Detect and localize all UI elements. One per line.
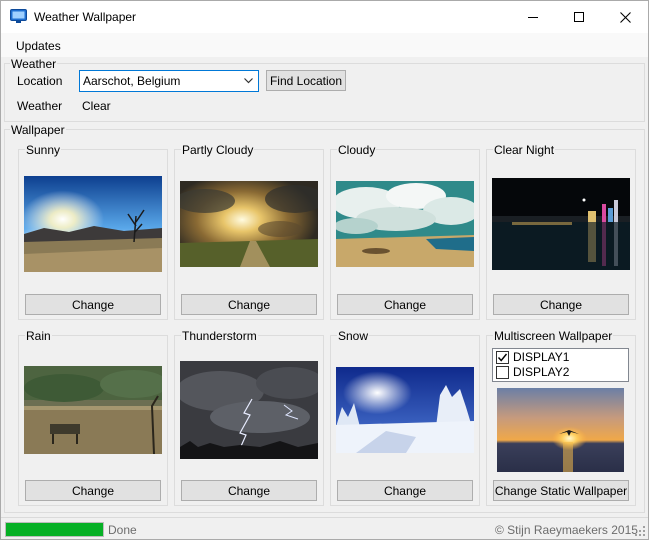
maximize-icon bbox=[574, 12, 584, 22]
panel-title-partly-cloudy: Partly Cloudy bbox=[181, 143, 255, 157]
location-value: Aarschot, Belgium bbox=[83, 74, 181, 88]
minimize-icon bbox=[528, 17, 538, 18]
display1-label[interactable]: DISPLAY1 bbox=[513, 350, 569, 364]
change-clear-night-button[interactable]: Change bbox=[493, 294, 629, 315]
maximize-button[interactable] bbox=[556, 1, 602, 33]
checkmark-icon bbox=[497, 353, 508, 362]
static-wallpaper-image bbox=[497, 388, 624, 472]
weather-label: Weather bbox=[17, 99, 63, 113]
change-thunderstorm-button[interactable]: Change bbox=[181, 480, 317, 501]
change-snow-button[interactable]: Change bbox=[337, 480, 473, 501]
snow-wallpaper-image bbox=[336, 367, 474, 453]
display1-checkbox[interactable] bbox=[496, 351, 509, 364]
weather-group-label: Weather bbox=[10, 57, 58, 71]
wallpaper-group-label: Wallpaper bbox=[10, 123, 66, 137]
status-text: Done bbox=[108, 523, 137, 537]
progress-fill bbox=[6, 523, 103, 536]
minimize-button[interactable] bbox=[510, 1, 556, 33]
location-combobox[interactable]: Aarschot, Belgium bbox=[79, 70, 259, 92]
panel-title-rain: Rain bbox=[25, 329, 52, 343]
change-partly-cloudy-button[interactable]: Change bbox=[181, 294, 317, 315]
display2-checkbox[interactable] bbox=[496, 366, 509, 379]
change-sunny-button[interactable]: Change bbox=[25, 294, 161, 315]
menu-updates[interactable]: Updates bbox=[10, 37, 67, 55]
main-window: Weather Wallpaper Updates Weather Locati… bbox=[0, 0, 649, 540]
panel-title-sunny: Sunny bbox=[25, 143, 62, 157]
menu-bar: Updates bbox=[1, 33, 648, 57]
progress-bar bbox=[5, 522, 104, 537]
resize-grip-icon[interactable] bbox=[635, 526, 646, 537]
window-title: Weather Wallpaper bbox=[34, 10, 137, 24]
change-cloudy-button[interactable]: Change bbox=[337, 294, 473, 315]
panel-title-multiscreen: Multiscreen Wallpaper bbox=[493, 329, 614, 343]
panel-title-cloudy: Cloudy bbox=[337, 143, 377, 157]
rain-wallpaper-image bbox=[24, 366, 162, 454]
panel-title-thunderstorm: Thunderstorm bbox=[181, 329, 258, 343]
panel-title-clear-night: Clear Night bbox=[493, 143, 556, 157]
copyright-text: © Stijn Raeymaekers 2015 bbox=[495, 523, 638, 537]
display-checklist: DISPLAY1 DISPLAY2 bbox=[492, 348, 629, 382]
title-bar[interactable]: Weather Wallpaper bbox=[1, 1, 648, 33]
chevron-down-icon[interactable] bbox=[244, 77, 253, 85]
app-monitor-icon bbox=[10, 9, 27, 24]
cloudy-wallpaper-image bbox=[336, 181, 474, 267]
thunderstorm-wallpaper-image bbox=[180, 361, 318, 459]
sunny-wallpaper-image bbox=[24, 176, 162, 272]
clear-night-wallpaper-image bbox=[492, 178, 630, 270]
find-location-button[interactable]: Find Location bbox=[266, 70, 346, 91]
change-static-wallpaper-button[interactable]: Change Static Wallpaper bbox=[493, 480, 629, 501]
close-icon bbox=[619, 11, 631, 23]
change-rain-button[interactable]: Change bbox=[25, 480, 161, 501]
close-button[interactable] bbox=[602, 1, 648, 33]
location-label: Location bbox=[17, 74, 63, 88]
status-bar: Done © Stijn Raeymaekers 2015 bbox=[1, 517, 648, 539]
partly-cloudy-wallpaper-image bbox=[180, 181, 318, 267]
panel-title-snow: Snow bbox=[337, 329, 370, 343]
weather-value: Clear bbox=[82, 99, 111, 113]
display2-label[interactable]: DISPLAY2 bbox=[513, 365, 569, 379]
